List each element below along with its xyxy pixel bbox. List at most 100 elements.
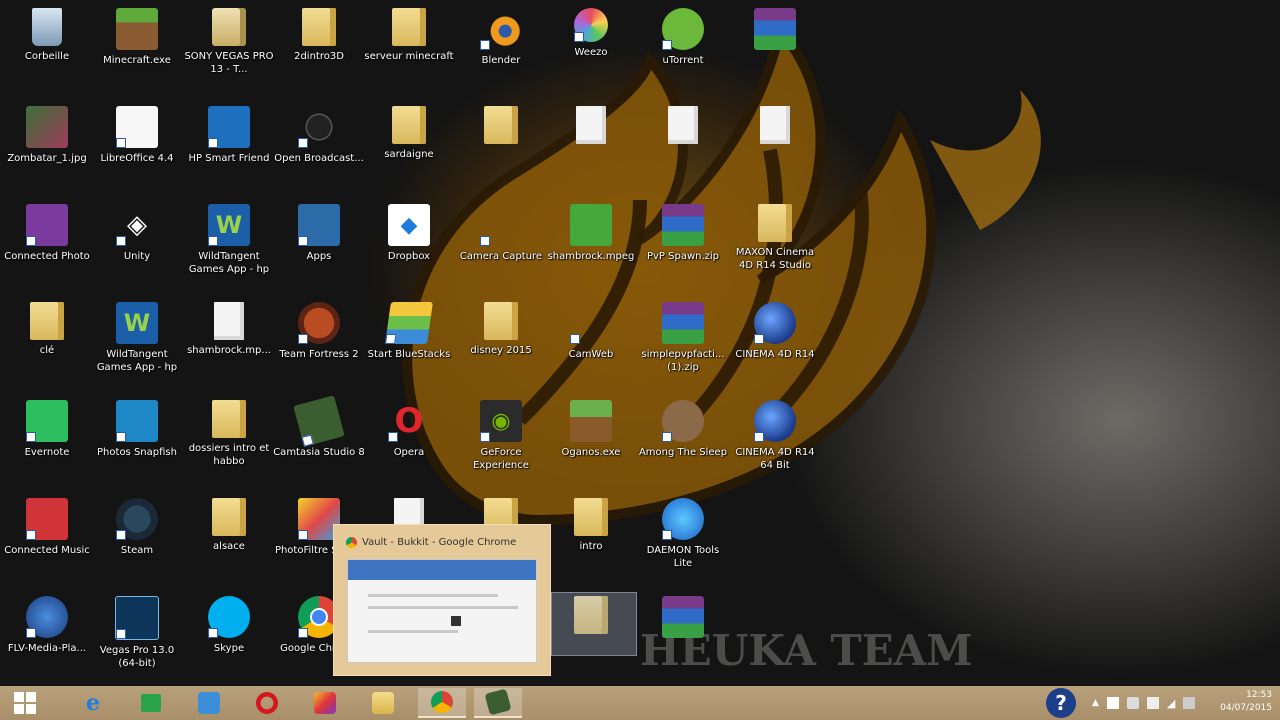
desktop-icon[interactable]: HP Smart Friend — [184, 100, 274, 192]
desktop-icon[interactable]: Open Broadcast... — [274, 100, 364, 192]
taskbar-clock[interactable]: 12:53 04/07/2015 — [1220, 689, 1272, 715]
desktop-icon[interactable] — [638, 590, 728, 682]
desktop-icon-label: Connected Music — [4, 545, 90, 556]
photo-app-button[interactable] — [306, 688, 344, 718]
desktop-icon[interactable]: uTorrent — [638, 2, 728, 94]
desktop-icon[interactable]: Connected Photo — [2, 198, 92, 290]
hovered-folder-highlight[interactable] — [551, 592, 637, 656]
desktop-icon[interactable]: Among The Sleep — [638, 394, 728, 486]
folder-icon — [484, 302, 518, 340]
desktop-icon[interactable]: shambrock.mp... — [184, 296, 274, 388]
desktop-icon[interactable]: Minecraft.exe — [92, 2, 182, 94]
apps-icon — [298, 204, 340, 246]
desktop-icon[interactable]: Photos Snapfish — [92, 394, 182, 486]
desktop-icon[interactable]: W WildTangent Games App - hp — [92, 296, 182, 388]
taskbar-window-preview[interactable]: Vault - Bukkit - Google Chrome — [333, 524, 551, 676]
desktop-icon[interactable]: CINEMA 4D R14 64 Bit — [730, 394, 820, 486]
desktop-icon-label: 2dintro3D — [294, 51, 344, 62]
opera-button[interactable] — [248, 688, 286, 718]
desktop-icon[interactable]: ◈ Unity — [92, 198, 182, 290]
store-button[interactable] — [132, 688, 170, 718]
desktop-icon[interactable]: Weezo — [546, 2, 636, 94]
file-explorer-button[interactable] — [364, 688, 402, 718]
show-hidden-icons-arrow-icon[interactable]: ▲ — [1092, 698, 1099, 708]
hp-app-button[interactable] — [190, 688, 228, 718]
desktop-icon[interactable]: Apps — [274, 198, 364, 290]
clock-date: 04/07/2015 — [1220, 703, 1272, 713]
desktop-icon[interactable] — [638, 100, 728, 192]
desktop[interactable]: HEUKA TEAM Corbeille Minecraft.exe SONY VE… — [0, 0, 1280, 686]
desktop-icon-label: PvP Spawn.zip — [646, 251, 720, 262]
chrome-icon — [431, 691, 453, 713]
desktop-icon[interactable]: DAEMON Tools Lite — [638, 492, 728, 584]
folder-icon — [484, 106, 518, 144]
dropbox-icon: ◆ — [388, 204, 430, 246]
desktop-icon[interactable]: SONY VEGAS PRO 13 - T... — [184, 2, 274, 94]
help-tray-button[interactable]: ? — [1046, 688, 1076, 718]
chrome-button[interactable] — [418, 688, 466, 718]
desktop-icon[interactable]: 2dintro3D — [274, 2, 364, 94]
desktop-icon[interactable] — [730, 100, 820, 192]
desktop-icon[interactable]: Skype — [184, 590, 274, 682]
desktop-icon-label: Evernote — [24, 447, 70, 458]
desktop-icon[interactable]: LibreOffice 4.4 — [92, 100, 182, 192]
desktop-icon[interactable] — [730, 2, 820, 94]
network-icon[interactable] — [1126, 697, 1139, 709]
desktop-icon[interactable] — [546, 100, 636, 192]
desktop-icon[interactable]: Vegas Pro 13.0 (64-bit) — [92, 590, 182, 682]
battery-icon[interactable] — [1146, 697, 1159, 709]
camtasia-button[interactable] — [474, 688, 522, 718]
desktop-icon[interactable]: FLV-Media-Pla... — [2, 590, 92, 682]
desktop-icon[interactable]: Camtasia Studio 8 — [273, 394, 365, 486]
desktop-icon[interactable]: Connected Music — [2, 492, 92, 584]
desktop-icon[interactable]: Steam — [92, 492, 182, 584]
store-icon — [141, 694, 161, 712]
desktop-icon[interactable]: serveur minecraft — [364, 2, 454, 94]
desktop-icon[interactable]: Camera Capture — [456, 198, 546, 290]
desktop-icon[interactable]: O Opera — [364, 394, 454, 486]
volume-icon[interactable]: ◢ — [1167, 697, 1175, 710]
desktop-icon[interactable]: Evernote — [2, 394, 92, 486]
desktop-icon[interactable]: Blender — [456, 2, 546, 94]
desktop-icon[interactable]: Oganos.exe — [546, 394, 636, 486]
thumbnail-image — [451, 616, 461, 626]
mc-icon — [116, 8, 158, 50]
preview-thumbnail — [347, 559, 537, 663]
file-icon — [576, 106, 606, 144]
desktop-icon[interactable]: shambrock.mpeg — [546, 198, 636, 290]
desktop-icon-label: CINEMA 4D R14 — [735, 349, 815, 360]
desktop-icon[interactable]: simplepvpfacti... (1).zip — [638, 296, 728, 388]
internet-explorer-button[interactable]: e — [74, 688, 112, 718]
desktop-icon[interactable]: CamWeb — [546, 296, 636, 388]
desktop-icon[interactable] — [456, 100, 546, 192]
c4d-icon — [754, 302, 796, 344]
desktop-icon[interactable]: CINEMA 4D R14 — [730, 296, 820, 388]
desktop-icon[interactable]: clé — [2, 296, 92, 388]
opera-icon — [256, 692, 278, 714]
desktop-icon[interactable]: Zombatar_1.jpg — [2, 100, 92, 192]
desktop-icon[interactable]: disney 2015 — [456, 296, 546, 388]
rar-icon — [662, 596, 704, 638]
desktop-icon[interactable]: intro — [546, 492, 636, 584]
desktop-icon[interactable]: Team Fortress 2 — [274, 296, 364, 388]
desktop-icon[interactable]: alsace — [184, 492, 274, 584]
desktop-icon[interactable]: ◆ Dropbox — [364, 198, 454, 290]
action-center-flag-icon[interactable] — [1106, 697, 1119, 709]
keyboard-icon[interactable] — [1183, 697, 1196, 709]
zombie-icon — [26, 106, 68, 148]
desktop-icon-label: Weezo — [574, 47, 608, 58]
cam-icon — [480, 204, 522, 246]
thumbnail-line — [368, 630, 458, 633]
start-button[interactable] — [6, 688, 44, 718]
desktop-icon[interactable]: dossiers intro et habbo — [184, 394, 274, 486]
desktop-icon[interactable]: Start BlueStacks — [364, 296, 454, 388]
desktop-icon[interactable]: sardaigne — [364, 100, 454, 192]
desktop-icon[interactable]: Corbeille — [2, 2, 92, 94]
desktop-icon[interactable]: PvP Spawn.zip — [638, 198, 728, 290]
desktop-icon[interactable]: W WildTangent Games App - hp — [184, 198, 274, 290]
desktop-icon-label: dossiers intro et habbo — [188, 443, 270, 467]
desktop-icon[interactable]: MAXON Cinema 4D R14 Studio — [730, 198, 820, 290]
desktop-icon-label: clé — [39, 345, 55, 356]
cp-icon — [26, 204, 68, 246]
desktop-icon[interactable]: ◉ GeForce Experience — [456, 394, 546, 486]
